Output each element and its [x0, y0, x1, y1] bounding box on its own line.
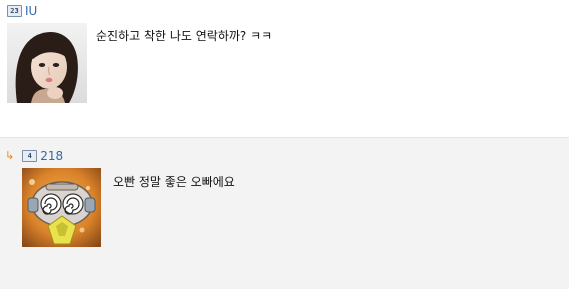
- comment-text: 순진하고 착한 나도 연락하까? ㅋㅋ: [96, 29, 273, 43]
- author-name-link[interactable]: 218: [40, 149, 63, 163]
- reply-comment: ↳ 4 218 오빤 정말 좋은 오빠에요: [0, 137, 569, 289]
- comment: 23 IU 순진하고 착한 나도 연락하까? ㅋㅋ: [0, 0, 569, 137]
- avatar-woman-portrait[interactable]: [7, 23, 87, 103]
- comment-author-line: 23 IU: [7, 3, 37, 18]
- level-badge: 23: [7, 4, 22, 17]
- author-name-link[interactable]: IU: [25, 4, 37, 18]
- comment-author-line: ↳ 4 218: [5, 148, 63, 163]
- avatar-cartoon-character[interactable]: [22, 168, 101, 247]
- reply-arrow-icon: ↳: [5, 149, 15, 162]
- comment-text: 오빤 정말 좋은 오빠에요: [113, 175, 235, 189]
- level-badge: 4: [22, 149, 38, 162]
